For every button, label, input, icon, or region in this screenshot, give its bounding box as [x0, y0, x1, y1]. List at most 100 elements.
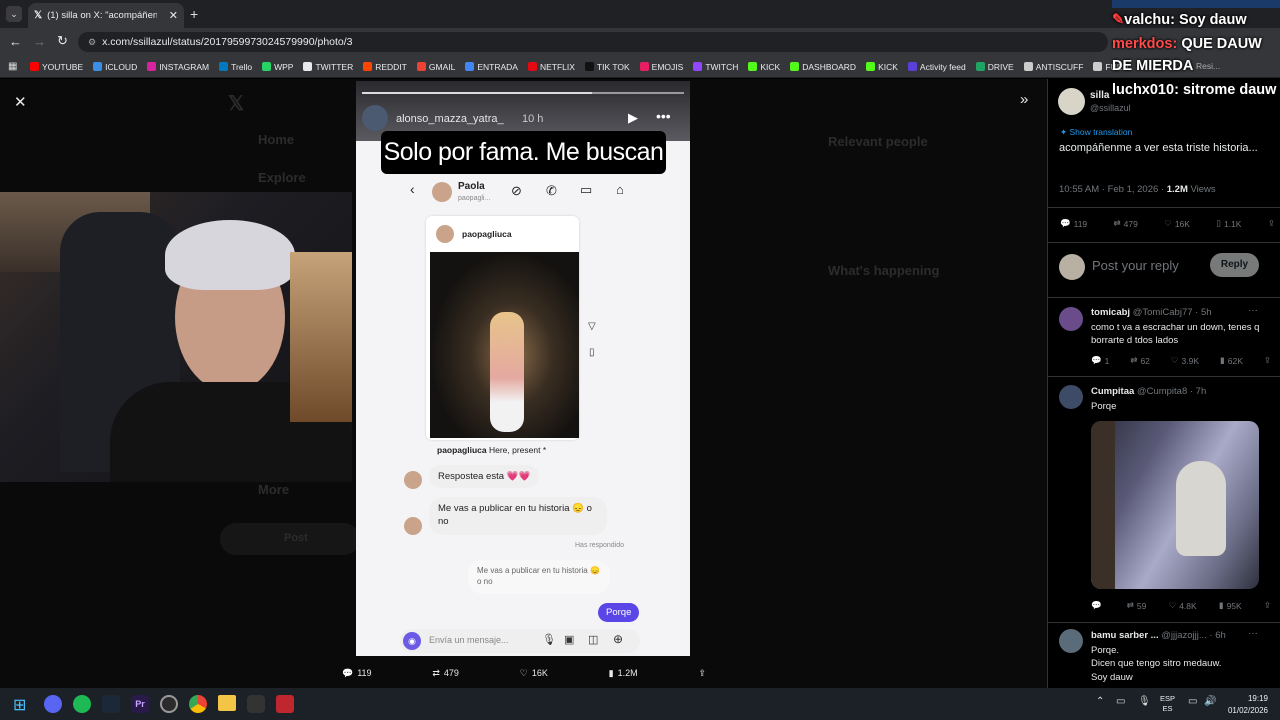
bookmark-item[interactable]: TIK TOK [584, 62, 630, 72]
close-viewer-icon[interactable]: ✕ [14, 93, 27, 111]
bookmark-item[interactable]: ANTISCUFF [1023, 62, 1083, 72]
photo-share-button[interactable]: ⇪ [698, 668, 706, 679]
photo-like-button[interactable]: ♡ 16K [520, 668, 548, 679]
dm-handle: paopagli... [458, 195, 491, 202]
bookmark-item[interactable]: EMOJIS [639, 61, 684, 72]
tweet-share-button[interactable]: ⇪ [1268, 218, 1275, 229]
reply-more-icon[interactable]: ··· [1248, 628, 1258, 639]
reply-image[interactable] [1091, 421, 1259, 589]
bookmark-item[interactable]: TWITCH [693, 62, 738, 72]
reply-reply-button[interactable]: 💬 [1091, 600, 1105, 611]
photo-viewer: ✕ 𝕏 Home Explore More Post Relevant peop… [0, 79, 1280, 688]
reply-repost-button[interactable]: ⇄ 59 [1127, 600, 1147, 611]
reply-share-button[interactable]: ⇪ [1264, 355, 1271, 366]
reply-repost-button[interactable]: ⇄ 62 [1130, 355, 1150, 366]
premiere-icon[interactable]: Pr [131, 695, 149, 713]
tweet-like-button[interactable]: ♡ 16K [1164, 218, 1190, 229]
reply-like-button[interactable]: ♡ 4.8K [1169, 600, 1197, 611]
tab-active[interactable]: 𝕏 (1) silla on X: "acompáñenme a ✕ [28, 3, 184, 28]
chat-text: sitrome dauw [1182, 82, 1277, 98]
photo-reply-button[interactable]: 💬 119 [342, 668, 372, 679]
close-tab-icon[interactable]: ✕ [169, 9, 178, 22]
tray-chevron-icon[interactable]: ⌃ [1096, 696, 1104, 707]
my-avatar [1059, 254, 1085, 280]
network-icon[interactable]: ▭ [1188, 696, 1197, 707]
new-tab-button[interactable]: + [190, 6, 198, 22]
bookmark-item[interactable]: DRIVE [975, 62, 1014, 72]
discord-icon[interactable] [44, 695, 62, 713]
spotify-icon[interactable] [73, 695, 91, 713]
bookmark-item[interactable]: DASHBOARD [790, 62, 856, 72]
reply-more-icon[interactable]: ··· [1248, 305, 1258, 316]
story-more-icon[interactable]: ••• [656, 108, 671, 124]
app-icon[interactable] [247, 695, 265, 713]
reply-input[interactable]: Post your reply [1092, 258, 1179, 273]
bookmark-item[interactable]: KICK [866, 62, 898, 72]
bookmark-item[interactable]: NETFLIX [527, 62, 575, 72]
tweet-reply-button[interactable]: 💬 119 [1060, 218, 1087, 229]
volume-icon[interactable]: 🔊 [1204, 696, 1216, 707]
bookmark-item[interactable]: Trello [219, 62, 252, 72]
reply-views-button[interactable]: ▮ 62K [1220, 355, 1243, 366]
reply-name[interactable]: Cumpitaa [1091, 386, 1134, 397]
tweet-repost-button[interactable]: ⇄ 479 [1114, 218, 1138, 229]
mic-tray-icon[interactable]: 🎙 [1138, 696, 1151, 707]
reply-text: como t va a escrachar un down, tenes q b… [1091, 322, 1260, 347]
bookmark-item[interactable]: ENTRADA [465, 62, 518, 72]
photo-repost-button[interactable]: ⇄ 479 [432, 668, 459, 679]
photo-views-button[interactable]: ▮ 1.2M [609, 668, 638, 679]
browser-nav-bar: ← → ↻ ⚙ x.com/ssillazul/status/201795997… [0, 28, 1280, 56]
reply-share-button[interactable]: ⇪ [1264, 600, 1271, 611]
tray-app-icon[interactable]: ▭ [1116, 696, 1125, 707]
chat-text: Soy dauw [1178, 12, 1247, 28]
reply-avatar[interactable] [1059, 385, 1083, 409]
shared-post-user: paopagliuca [462, 229, 512, 239]
reply-views-button[interactable]: ▮ 95K [1219, 600, 1242, 611]
bookmark-item[interactable]: GMAIL [416, 62, 455, 72]
story-play-icon[interactable]: ▶ [628, 110, 638, 126]
bookmark-item[interactable]: TWITTER [303, 62, 353, 72]
windows-taskbar: ⊞ Pr ⌃ ▭ 🎙 ESP ES ▭ 🔊 19:19 01/02/2026 [0, 688, 1280, 720]
bookmark-item[interactable]: ICLOUD [93, 62, 137, 72]
reply-name[interactable]: bamu sarber ... [1091, 630, 1159, 641]
reply-like-button[interactable]: ♡ 3.9K [1171, 355, 1199, 366]
bookmark-item[interactable]: YOUTUBE [30, 62, 83, 72]
reply-button[interactable]: Reply [1210, 253, 1259, 277]
clock[interactable]: 19:19 01/02/2026 [1224, 693, 1268, 716]
forward-icon[interactable]: → [33, 34, 46, 49]
bookmark-icon [30, 62, 39, 71]
tab-search-button[interactable]: ⌄ [6, 6, 22, 22]
show-translation-link[interactable]: ✦ Show translation [1060, 127, 1132, 138]
author-avatar[interactable] [1058, 88, 1085, 115]
file-explorer-icon[interactable] [218, 695, 236, 711]
bookmark-label: YOUTUBE [42, 61, 84, 72]
app-red-icon[interactable] [276, 695, 294, 713]
story-progress-fill [362, 92, 592, 94]
bookmark-item[interactable]: KICK [748, 62, 780, 72]
bookmark-item[interactable]: Activity feed [907, 62, 966, 72]
tweet-text: acompáñenme a ver esta triste historia..… [1059, 142, 1258, 154]
share-icon: ▽ [588, 321, 596, 332]
chrome-icon[interactable] [189, 695, 207, 713]
author-name[interactable]: silla [1090, 90, 1109, 101]
language-indicator[interactable]: ESP ES [1160, 694, 1175, 714]
windows-start-icon[interactable]: ⊞ [13, 695, 26, 715]
collapse-panel-icon[interactable]: » [1020, 91, 1028, 108]
bookmark-item[interactable]: REDDIT [363, 62, 407, 72]
steam-icon[interactable] [102, 695, 120, 713]
back-icon[interactable]: ← [9, 34, 22, 49]
bookmark-item[interactable]: WPP [262, 62, 293, 72]
reply-avatar[interactable] [1059, 629, 1083, 653]
reply-avatar[interactable] [1059, 307, 1083, 331]
bookmark-label: EMOJIS [651, 61, 684, 72]
apps-grid-icon[interactable]: ▦ [8, 61, 17, 72]
reply-reply-button[interactable]: 💬 1 [1091, 355, 1109, 366]
site-info-icon[interactable]: ⚙ [88, 37, 96, 48]
address-bar[interactable]: ⚙ x.com/ssillazul/status/201795997302457… [78, 32, 1108, 52]
reply-name[interactable]: tomicabj [1091, 307, 1130, 318]
bookmark-item[interactable]: INSTAGRAM [147, 62, 209, 72]
tweet-bookmark-button[interactable]: ▯ 1.1K [1216, 218, 1241, 229]
reload-icon[interactable]: ↻ [57, 33, 68, 49]
obs-icon[interactable] [160, 695, 178, 713]
tweet-reply-count: 119 [1073, 218, 1088, 229]
